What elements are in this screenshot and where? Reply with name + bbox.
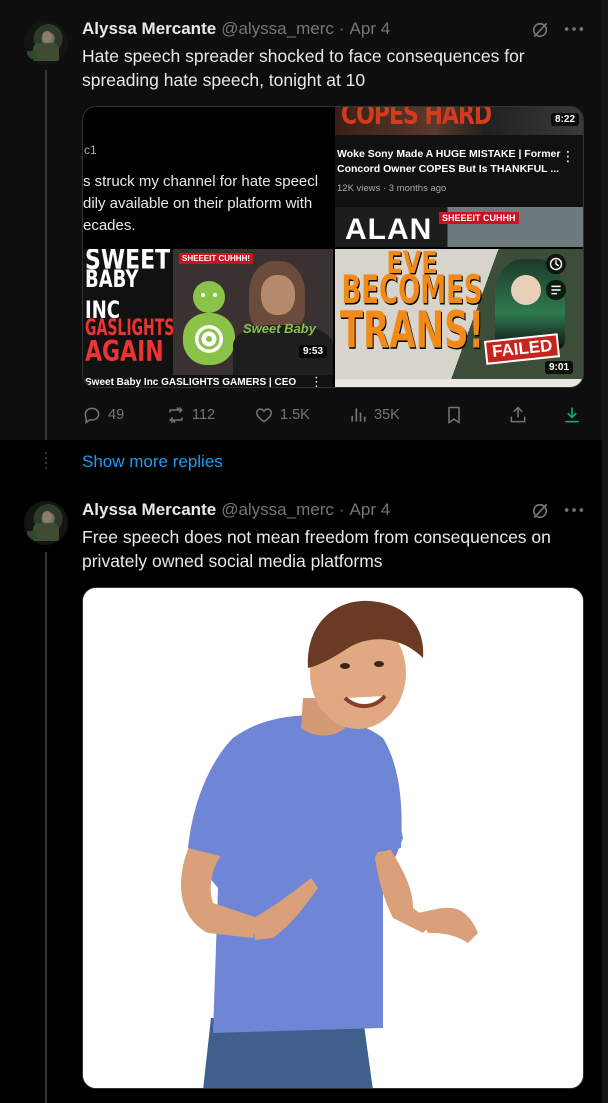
thread-line — [45, 70, 47, 440]
media-video-eve[interactable]: EVE BECOMES TRANS! FAILED 9:01 — [335, 249, 583, 387]
video-duration: 9:01 — [544, 361, 573, 374]
tweet-photo[interactable] — [82, 587, 584, 1089]
video-title-line-1[interactable]: Woke Sony Made A HUGE MISTAKE | Former — [337, 147, 560, 162]
tweet-header: Alyssa Mercante @alyssa_merc · Apr 4 — [82, 19, 390, 39]
show-more-replies-link[interactable]: Show more replies — [82, 452, 223, 472]
repost-icon — [169, 406, 183, 424]
repost-button[interactable]: 112 — [166, 398, 215, 432]
next-thumbnail: ALAN SHEEEIT CUHHH — [335, 207, 583, 247]
views-icon — [351, 408, 366, 422]
more-icon[interactable] — [563, 503, 585, 523]
tweet-header: Alyssa Mercante @alyssa_merc · Apr 4 — [82, 500, 390, 520]
thumbnail-badge: SHEEEIT CUHHH! — [179, 253, 254, 264]
like-button[interactable]: 1.5K — [254, 398, 310, 432]
grok-icon[interactable] — [530, 20, 550, 40]
notice-line-2: dily available on their platform with — [83, 195, 313, 212]
bookmark-icon — [448, 406, 460, 424]
notice-line-3: ecades. — [83, 217, 136, 234]
media-video-sweet-baby[interactable]: SWEET BABY INC GASLIGHTS AGAIN SHEEEIT C… — [83, 249, 333, 387]
repost-count: 112 — [192, 407, 216, 423]
video-menu-icon[interactable]: ⋮ — [561, 148, 575, 165]
separator-dot: · — [338, 19, 345, 38]
headline-4: AGAIN — [85, 336, 164, 369]
sweet-baby-logo — [183, 281, 235, 365]
like-count: 1.5K — [280, 407, 310, 423]
video-duration: 9:53 — [298, 345, 327, 358]
thread-line-2 — [45, 552, 47, 1103]
thumbnail-caption: COPES HARD — [341, 107, 492, 132]
author-handle[interactable]: @alyssa_merc — [221, 500, 334, 520]
thumbnail: SWEET BABY INC GASLIGHTS AGAIN SHEEEIT C… — [83, 249, 333, 375]
reply-count: 49 — [108, 407, 125, 423]
grok-icon[interactable] — [530, 501, 550, 521]
views-count: 35K — [374, 407, 400, 423]
media-video-listing[interactable]: COPES HARD 8:22 Woke Sony Made A HUGE MI… — [335, 107, 583, 247]
sweet-baby-brand: Sweet Baby — [243, 321, 316, 336]
video-meta: 12K views · 3 months ago — [337, 183, 447, 194]
thumbnail-headline: SWEET BABY INC GASLIGHTS AGAIN — [85, 249, 175, 367]
bookmark-button[interactable] — [444, 398, 470, 432]
tweet-date[interactable]: Apr 4 — [350, 500, 391, 520]
reply-icon — [84, 407, 100, 424]
video-title-line-2[interactable]: Concord Owner COPES But Is THANKFUL ... — [337, 162, 559, 177]
next-thumbnail-caption: ALAN — [345, 213, 433, 246]
media-screenshot-notice[interactable]: c1 s struck my channel for hate speecl d… — [83, 107, 333, 247]
notice-line-1: s struck my channel for hate speecl — [83, 173, 319, 190]
more-icon[interactable] — [563, 22, 585, 42]
media-grid[interactable]: c1 s struck my channel for hate speecl d… — [82, 106, 584, 388]
add-to-queue-icon[interactable] — [545, 279, 567, 301]
download-button[interactable] — [562, 398, 588, 432]
avatar[interactable] — [24, 21, 68, 65]
video-duration: 8:22 — [550, 113, 579, 126]
author-name[interactable]: Alyssa Mercante — [82, 500, 216, 520]
thread-dots — [45, 452, 47, 472]
tweet-actions: 49 112 1.5K 35K — [82, 398, 582, 432]
tweet-text: Hate speech spreader shocked to face con… — [82, 46, 525, 90]
download-icon — [565, 407, 579, 423]
watch-later-icon[interactable] — [545, 253, 567, 275]
timeline-feed: Alyssa Mercante @alyssa_merc · Apr 4 Hat… — [0, 0, 608, 1103]
avatar[interactable] — [24, 501, 68, 545]
share-icon — [510, 406, 526, 423]
tweet-text: Free speech does not mean freedom from c… — [82, 527, 551, 571]
notice-line-0: c1 — [84, 143, 97, 157]
scrollbar-track[interactable] — [602, 0, 608, 1103]
video-title[interactable]: Sweet Baby Inc GASLIGHTS GAMERS | CEO — [85, 377, 296, 387]
streamer-face — [261, 275, 295, 315]
video-menu-icon[interactable]: ⋮ — [310, 374, 323, 387]
separator-dot: · — [338, 500, 345, 519]
next-thumbnail-badge: SHEEEIT CUHHH — [439, 212, 519, 224]
thumbnail-strip: COPES HARD 8:22 — [335, 107, 583, 135]
headline-3: TRANS! — [339, 301, 485, 361]
shrugging-man-photo — [83, 588, 583, 1088]
tweet-date[interactable]: Apr 4 — [350, 19, 391, 39]
thumbnail-headline: EVE BECOMES TRANS! — [337, 249, 487, 357]
author-handle[interactable]: @alyssa_merc — [221, 19, 334, 39]
character-face — [511, 275, 541, 305]
author-name[interactable]: Alyssa Mercante — [82, 19, 216, 39]
views-button[interactable]: 35K — [348, 398, 400, 432]
reply-button[interactable]: 49 — [82, 398, 124, 432]
share-button[interactable] — [508, 398, 534, 432]
heart-icon — [256, 408, 272, 423]
